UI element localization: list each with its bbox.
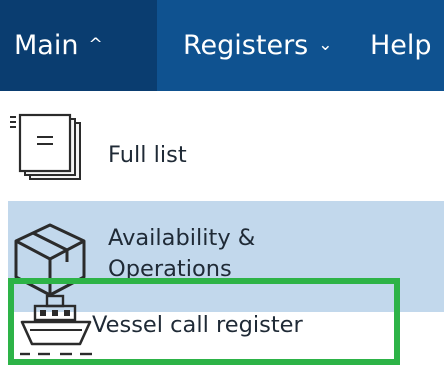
menu-help-label: Help <box>370 30 432 61</box>
menu-item-label: Vessel call register <box>92 312 303 338</box>
label-line-1: Availability & <box>108 225 256 251</box>
document-list-icon <box>8 113 92 183</box>
main-dropdown-menu: Full list Availability & Operations Vess… <box>0 91 444 368</box>
top-menubar: Main ^ Registers ⌄ Help <box>0 0 444 91</box>
menu-main-label: Main <box>14 30 79 61</box>
menu-registers[interactable]: Registers ⌄ <box>157 0 362 91</box>
menu-registers-label: Registers <box>183 30 309 61</box>
menu-item-vessel-call-register[interactable]: Vessel call register <box>8 278 400 365</box>
chevron-down-icon: ⌄ <box>318 35 333 55</box>
chevron-up-icon: ^ <box>88 35 103 55</box>
menu-item-label: Availability & Operations <box>108 223 255 285</box>
menu-main[interactable]: Main ^ <box>0 0 157 91</box>
menu-help[interactable]: Help <box>362 0 444 91</box>
menu-item-full-list[interactable]: Full list <box>0 91 444 201</box>
app-screen: Main ^ Registers ⌄ Help Full list Availa… <box>0 0 444 368</box>
ship-icon <box>16 290 96 362</box>
menu-item-label: Full list <box>108 142 187 168</box>
